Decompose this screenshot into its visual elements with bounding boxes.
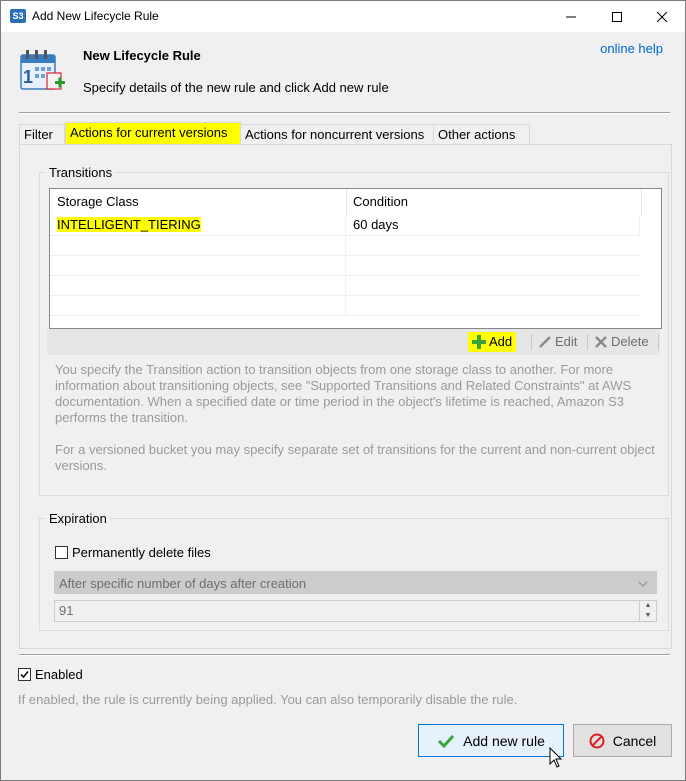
table-row-empty	[50, 235, 640, 256]
transitions-help-text: You specify the Transition action to tra…	[55, 362, 632, 425]
table-cell-condition: 60 days	[346, 215, 640, 235]
page-title: New Lifecycle Rule	[83, 48, 201, 63]
add-new-rule-button[interactable]: Add new rule	[418, 724, 564, 757]
column-header-condition[interactable]: Condition	[346, 189, 642, 215]
enabled-label[interactable]: Enabled	[35, 667, 83, 682]
table-row-empty	[50, 275, 640, 296]
spinner-down-icon[interactable]: ▼	[640, 611, 656, 621]
column-header-storage-class[interactable]: Storage Class	[50, 189, 347, 215]
maximize-button[interactable]	[594, 1, 640, 32]
enabled-checkbox[interactable]	[18, 668, 31, 681]
transitions-group-title: Transitions	[46, 165, 116, 180]
checkmark-icon	[20, 671, 29, 679]
dialog-window: S3 Add New Lifecycle Rule 1 New Lifecycl…	[0, 0, 686, 781]
chevron-down-icon	[638, 581, 648, 587]
edit-label: Edit	[555, 334, 578, 349]
expiration-days-value: 91	[59, 603, 74, 618]
expiration-days-input[interactable]: 91 ▲ ▼	[54, 600, 657, 622]
close-button[interactable]	[639, 1, 685, 32]
minimize-button[interactable]	[548, 1, 594, 32]
svg-text:1: 1	[23, 67, 33, 87]
calendar-icon: 1	[20, 50, 65, 90]
toolbar-divider	[658, 334, 659, 350]
days-spinner[interactable]: ▲ ▼	[639, 601, 656, 621]
page-subtitle: Specify details of the new rule and clic…	[83, 80, 389, 95]
s3-app-icon: S3	[10, 9, 26, 23]
delete-x-icon	[595, 336, 607, 348]
table-row-empty	[50, 255, 640, 276]
toolbar-divider	[531, 334, 532, 350]
table-header: Storage Class Condition	[50, 189, 661, 215]
cancel-icon	[589, 733, 605, 748]
storage-class-value: INTELLIGENT_TIERING	[57, 217, 201, 232]
permanently-delete-label[interactable]: Permanently delete files	[72, 545, 211, 560]
maximize-icon	[612, 12, 622, 22]
checkmark-icon	[438, 734, 455, 748]
versioned-bucket-help-text: For a versioned bucket you may specify s…	[55, 442, 655, 473]
title-bar[interactable]: S3 Add New Lifecycle Rule	[1, 1, 685, 32]
transitions-toolbar: Add Edit Delete	[47, 329, 660, 355]
tab-filter[interactable]: Filter	[19, 124, 65, 145]
minimize-icon	[566, 16, 576, 18]
delete-label: Delete	[611, 334, 649, 349]
spinner-up-icon[interactable]: ▲	[640, 601, 656, 611]
expiration-mode-select[interactable]: After specific number of days after crea…	[54, 571, 657, 594]
edit-transition-button[interactable]: Edit	[534, 332, 581, 352]
add-label: Add	[489, 334, 513, 349]
tab-actions-current-versions[interactable]: Actions for current versions	[65, 122, 242, 146]
mouse-cursor-icon	[549, 747, 563, 768]
expiration-group-title: Expiration	[46, 511, 110, 526]
cancel-label: Cancel	[612, 732, 657, 749]
header-divider	[19, 112, 670, 114]
table-cell-storage-class: INTELLIGENT_TIERING	[50, 215, 346, 235]
table-row[interactable]: INTELLIGENT_TIERING 60 days	[50, 215, 640, 236]
permanently-delete-checkbox[interactable]	[55, 546, 68, 559]
online-help-link[interactable]: online help	[600, 41, 663, 56]
add-transition-button[interactable]: Add	[468, 332, 517, 352]
tab-actions-noncurrent-versions[interactable]: Actions for noncurrent versions	[240, 124, 439, 145]
window-title: Add New Lifecycle Rule	[32, 9, 159, 23]
close-icon	[656, 11, 668, 23]
transitions-table[interactable]: Storage Class Condition INTELLIGENT_TIER…	[49, 188, 662, 329]
expiration-mode-value: After specific number of days after crea…	[59, 576, 307, 591]
pencil-icon	[539, 336, 551, 348]
toolbar-divider	[587, 334, 588, 350]
add-new-rule-label: Add new rule	[463, 732, 545, 749]
table-row-empty	[50, 295, 640, 316]
delete-transition-button[interactable]: Delete	[590, 332, 653, 352]
footer-divider	[19, 654, 670, 656]
tab-other-actions[interactable]: Other actions	[433, 124, 530, 145]
plus-icon	[472, 335, 486, 349]
enabled-help-text: If enabled, the rule is currently being …	[18, 692, 518, 707]
cancel-button[interactable]: Cancel	[573, 724, 672, 757]
